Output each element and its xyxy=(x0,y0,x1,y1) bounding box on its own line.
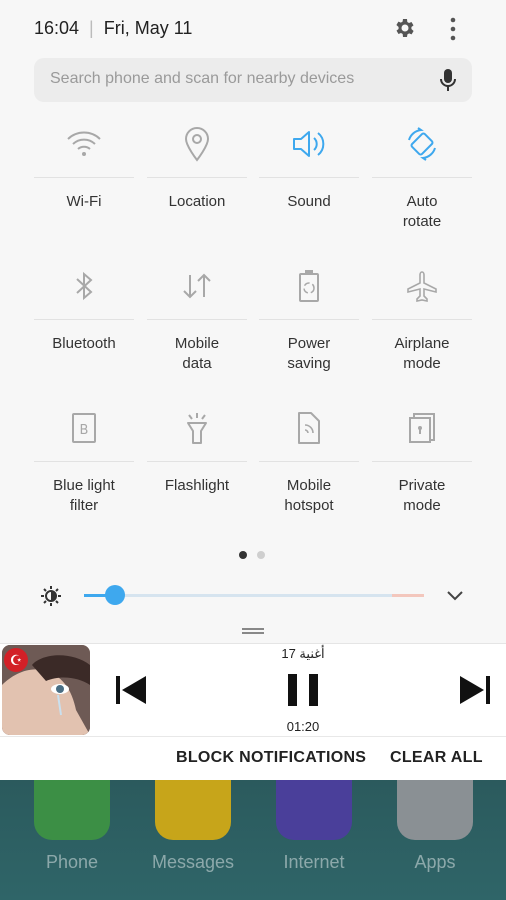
app-label: Internet xyxy=(283,852,345,872)
battery-recycle-icon xyxy=(299,270,319,302)
tile-label: Sound xyxy=(287,193,331,210)
bluetooth-icon xyxy=(76,271,93,301)
page-dot-active xyxy=(239,551,247,559)
svg-text:B: B xyxy=(80,423,89,438)
hotspot-icon xyxy=(298,412,320,444)
app-apps[interactable]: Apps xyxy=(385,780,485,873)
tile-label: Mobile data xyxy=(174,335,220,372)
elapsed-time: 01:20 xyxy=(286,719,320,734)
more-vert-icon[interactable] xyxy=(450,16,456,42)
pause-icon[interactable] xyxy=(286,672,320,708)
search-placeholder: Search phone and scan for nearby devices xyxy=(50,70,355,87)
brightness-slider-end xyxy=(392,594,424,597)
app-label: Apps xyxy=(414,852,456,872)
album-art: ☪ xyxy=(2,645,90,735)
block-notifications-button[interactable]: BLOCK NOTIFICATIONS xyxy=(176,749,366,767)
tile-label: Wi-Fi xyxy=(66,193,102,210)
apps-grid-icon xyxy=(397,780,473,840)
media-notification[interactable]: ☪ أغنية 17 01:20 xyxy=(0,643,506,736)
page-dot xyxy=(257,551,265,559)
app-label: Phone xyxy=(45,852,99,872)
turkey-flag-icon: ☪ xyxy=(4,648,28,672)
home-screen-dock: Phone Messages Internet Apps xyxy=(0,780,506,900)
status-separator: | xyxy=(89,18,94,38)
status-bar: 16:04 | Fri, May 11 xyxy=(34,18,192,39)
flashlight-icon xyxy=(187,413,207,444)
page-indicator[interactable] xyxy=(239,546,275,564)
notification-actions: BLOCK NOTIFICATIONS CLEAR ALL xyxy=(0,736,506,781)
brightness-slider-track[interactable] xyxy=(84,594,424,597)
wifi-icon xyxy=(67,131,101,156)
airplane-icon xyxy=(407,271,437,302)
phone-icon xyxy=(34,780,110,840)
date: Fri, May 11 xyxy=(103,18,193,38)
messages-icon xyxy=(155,780,231,840)
search-bar[interactable]: Search phone and scan for nearby devices xyxy=(34,58,472,102)
tile-label: Blue light filter xyxy=(53,477,115,514)
tile-label: Mobile hotspot xyxy=(284,477,334,514)
tile-label: Power saving xyxy=(287,335,331,372)
app-internet[interactable]: Internet xyxy=(264,780,364,873)
tile-label: Private mode xyxy=(398,477,446,514)
clock: 16:04 xyxy=(34,18,80,38)
blue-light-icon: B xyxy=(72,413,96,443)
skip-next-icon[interactable] xyxy=(458,674,492,706)
brightness-slider-thumb[interactable] xyxy=(104,585,125,605)
tile-label: Flashlight xyxy=(164,477,230,494)
private-mode-icon xyxy=(409,413,435,443)
tile-label: Auto rotate xyxy=(402,193,442,230)
drag-handle[interactable] xyxy=(242,628,264,634)
tile-label: Airplane mode xyxy=(394,335,450,372)
app-label: Messages xyxy=(151,852,235,872)
brightness-icon xyxy=(41,586,61,606)
tile-label: Bluetooth xyxy=(52,335,116,352)
location-pin-icon xyxy=(184,127,210,162)
tile-label: Location xyxy=(168,193,226,210)
clear-all-button[interactable]: CLEAR ALL xyxy=(390,749,483,767)
mic-icon[interactable] xyxy=(440,68,456,92)
speaker-icon xyxy=(293,131,325,157)
app-phone[interactable]: Phone xyxy=(22,780,122,873)
track-title: أغنية 17 xyxy=(281,646,325,661)
gear-icon[interactable] xyxy=(392,16,416,40)
app-messages[interactable]: Messages xyxy=(143,780,243,873)
skip-previous-icon[interactable] xyxy=(114,674,148,706)
mobile-data-icon xyxy=(183,273,211,299)
chevron-down-icon[interactable] xyxy=(446,590,464,602)
internet-icon xyxy=(276,780,352,840)
rotate-icon xyxy=(408,127,436,161)
